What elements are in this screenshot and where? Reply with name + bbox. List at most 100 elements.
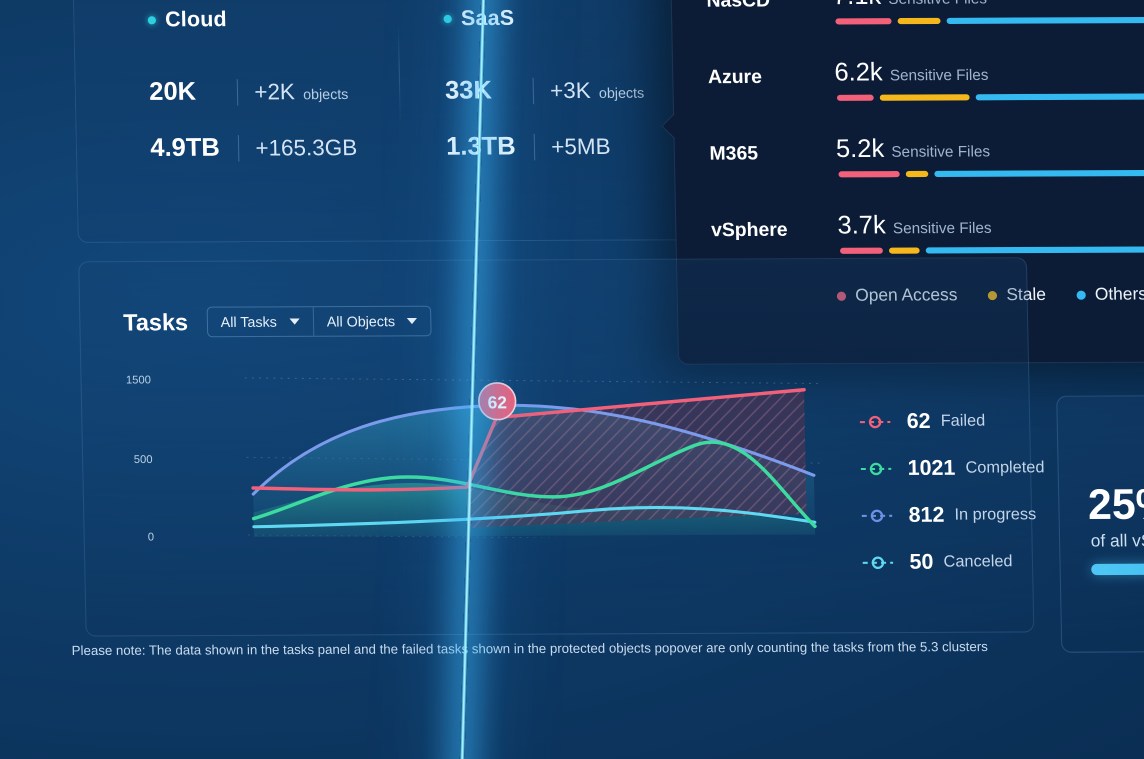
- popover-row-caption: Sensitive Files: [888, 0, 987, 8]
- chevron-down-icon: [288, 318, 300, 325]
- legend-label: Others: [1094, 284, 1144, 304]
- value-divider: [532, 77, 535, 104]
- chart-legend-label: Canceled: [943, 553, 1013, 571]
- chart-legend-label: In progress: [954, 505, 1037, 524]
- y-axis-tick-500: 500: [133, 453, 153, 467]
- bar-segment-others: [946, 16, 1144, 24]
- summary-card-cloud[interactable]: Cloud 20K +2K objects 4.9TB +165.3GB: [147, 7, 358, 189]
- summary-size-value: 4.9TB: [150, 133, 221, 163]
- popover-row-bar: [838, 169, 1144, 178]
- chart-tooltip-badge[interactable]: 62: [478, 382, 517, 421]
- summary-size-delta: +5MB: [551, 133, 611, 160]
- popover-row-value: 6.2k: [834, 57, 883, 87]
- bar-segment-stale: [888, 247, 920, 254]
- series-node-icon: [862, 556, 894, 569]
- chart-legend-count: 812: [908, 503, 945, 527]
- summary-size-row: 1.3TB +5MB: [446, 131, 646, 161]
- bar-segment-stale: [897, 17, 941, 25]
- popover-row-bar: [839, 246, 1144, 254]
- value-divider: [237, 134, 240, 162]
- filter-label: All Tasks: [220, 313, 277, 331]
- popover-row-value: 3.7k: [837, 210, 886, 240]
- chart-legend-count: 50: [909, 550, 934, 574]
- summary-objects-value: 20K: [148, 77, 197, 106]
- percent-value: 25%: [1087, 479, 1144, 529]
- series-node-icon: [861, 509, 893, 523]
- summary-card-label: Cloud: [164, 7, 228, 32]
- series-node-icon: [860, 462, 892, 476]
- popover-row-metric: 3.7k Sensitive Files: [837, 210, 992, 240]
- bar-segment-stale: [905, 170, 929, 178]
- value-divider: [236, 78, 239, 106]
- summary-card-header: SaaS: [443, 6, 643, 31]
- popover-row-metric: 7.1k Sensitive Files: [833, 0, 988, 11]
- popover-row-name: Azure: [707, 66, 763, 89]
- summary-size-value: 1.3TB: [445, 131, 516, 161]
- status-dot-icon: [147, 16, 157, 25]
- chart-legend-label: Completed: [965, 459, 1045, 477]
- summary-card-saas[interactable]: SaaS 33K +3K objects 1.3TB +5MB: [443, 6, 646, 188]
- percent-subtitle: of all vSphere: [1090, 530, 1144, 551]
- chart-legend-item-completed[interactable]: 1021 Completed: [860, 456, 1045, 481]
- chart-legend-count: 1021: [907, 456, 956, 481]
- tasks-filter-group: All Tasks All Objects: [206, 305, 433, 338]
- popover-row-bar: [835, 16, 1144, 25]
- y-axis-tick-1500: 1500: [125, 374, 152, 387]
- summary-card-label: SaaS: [460, 6, 515, 31]
- summary-objects-value: 33K: [444, 75, 493, 105]
- summary-objects-delta: +2K: [254, 78, 296, 105]
- popover-row-caption: Sensitive Files: [889, 66, 989, 85]
- popover-row-name: vSphere: [710, 219, 788, 242]
- bar-segment-open-access: [835, 18, 892, 25]
- tooltip-badge-value: 62: [487, 392, 507, 412]
- dashboard-screen: Cloud 20K +2K objects 4.9TB +165.3GB Saa…: [0, 0, 1144, 759]
- bar-segment-others: [934, 169, 1144, 178]
- popover-row-bar: [836, 92, 1144, 101]
- series-node-icon: [859, 415, 891, 429]
- chart-legend-item-failed[interactable]: 62 Failed: [859, 409, 1044, 434]
- page-title: Tasks: [122, 308, 189, 336]
- summary-card-header: Cloud: [147, 7, 355, 32]
- popover-row-name: M365: [709, 143, 759, 165]
- footnote-text: Please note: The data shown in the tasks…: [71, 638, 988, 659]
- status-dot-icon: [443, 14, 452, 24]
- summary-size-row: 4.9TB +165.3GB: [150, 133, 357, 163]
- legend-item-others[interactable]: Others: [1076, 284, 1144, 305]
- chevron-down-icon: [407, 317, 418, 325]
- popover-row-caption: Sensitive Files: [891, 143, 991, 161]
- value-divider: [533, 133, 536, 160]
- bar-segment-others: [925, 246, 1144, 254]
- popover-row-metric: 6.2k Sensitive Files: [834, 57, 989, 87]
- percent-progress-bar: [1091, 562, 1144, 576]
- summary-size-delta: +165.3GB: [255, 134, 358, 161]
- summary-objects-unit: objects: [302, 85, 349, 103]
- filter-all-tasks[interactable]: All Tasks: [207, 307, 313, 336]
- vsphere-percent-card: 25% of all vSphere: [1056, 394, 1144, 653]
- tasks-header: Tasks All Tasks All Objects: [122, 305, 433, 338]
- summary-objects-unit: objects: [598, 84, 645, 101]
- tasks-area-chart[interactable]: 62: [244, 361, 822, 542]
- summary-objects-row: 20K +2K objects: [149, 77, 356, 107]
- tasks-panel: Tasks All Tasks All Objects 1500 500 0 6…: [78, 257, 1045, 637]
- popover-row-value: 7.1k: [833, 0, 882, 11]
- chart-legend-item-canceled[interactable]: 50 Canceled: [862, 550, 1046, 575]
- popover-row-m365[interactable]: M365 5.2k Sensitive Files: [674, 133, 1144, 213]
- filter-label: All Objects: [326, 312, 396, 330]
- chart-legend-count: 62: [906, 409, 931, 434]
- bar-segment-open-access: [839, 247, 883, 254]
- bar-segment-others: [975, 92, 1144, 101]
- popover-row-caption: Sensitive Files: [892, 219, 992, 238]
- bar-segment-stale: [879, 94, 970, 101]
- chart-legend-label: Failed: [940, 412, 986, 430]
- filter-all-objects[interactable]: All Objects: [312, 306, 432, 336]
- tasks-chart-legend: 62 Failed 1021 Completed 812 In progress: [859, 409, 1047, 575]
- summary-divider: [397, 23, 401, 126]
- chart-svg: 62: [244, 377, 822, 542]
- popover-row-nascd[interactable]: NasCD 7.1k Sensitive Files: [671, 0, 1144, 60]
- popover-row-name: NasCD: [706, 0, 771, 12]
- popover-row-azure[interactable]: Azure 6.2k Sensitive Files: [673, 57, 1144, 137]
- summary-objects-row: 33K +3K objects: [445, 75, 645, 105]
- popover-row-metric: 5.2k Sensitive Files: [836, 134, 991, 164]
- chart-legend-item-in-progress[interactable]: 812 In progress: [861, 503, 1045, 528]
- summary-panel: Cloud 20K +2K objects 4.9TB +165.3GB Saa…: [70, 0, 690, 243]
